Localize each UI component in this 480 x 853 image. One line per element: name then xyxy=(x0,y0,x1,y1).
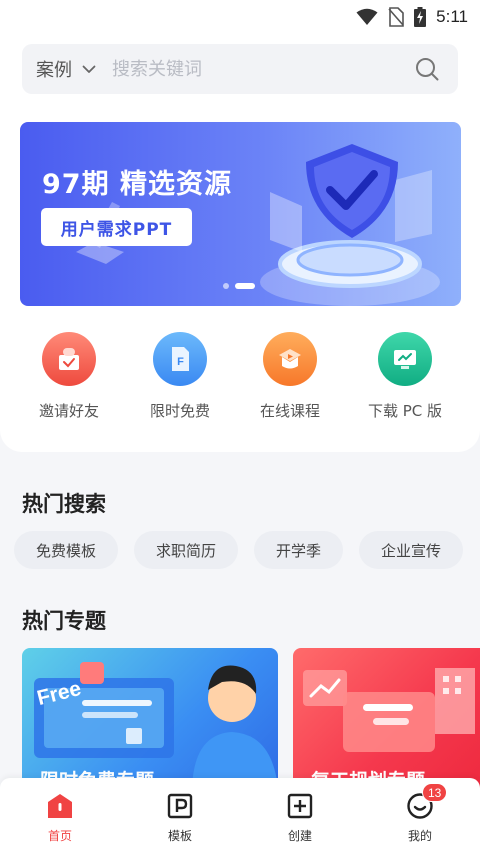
search-icon[interactable] xyxy=(414,56,440,82)
quick-online-course[interactable]: 在线课程 xyxy=(240,332,340,421)
file-f-icon: F xyxy=(153,332,207,386)
battery-charging-icon xyxy=(414,7,427,27)
home-icon xyxy=(48,794,72,818)
quick-limited-free[interactable]: F 限时免费 xyxy=(130,332,230,421)
play-course-icon xyxy=(263,332,317,386)
create-plus-icon xyxy=(287,793,313,819)
nav-template[interactable]: 模板 xyxy=(140,792,220,844)
chevron-down-icon[interactable] xyxy=(82,62,96,76)
quick-label: 在线课程 xyxy=(259,402,320,420)
quick-download-pc[interactable]: 下载 PC 版 xyxy=(355,332,455,421)
notification-badge: 13 xyxy=(422,783,448,802)
quick-label: 下载 PC 版 xyxy=(367,402,443,420)
quick-label: 邀请好友 xyxy=(38,402,99,420)
profile-icon-wrap: 13 xyxy=(406,783,448,820)
pagination-dot xyxy=(223,283,229,289)
banner-cta-button[interactable]: 用户需求PPT xyxy=(41,208,192,246)
nav-label: 模板 xyxy=(167,829,192,843)
search-input[interactable] xyxy=(112,58,414,80)
topic-card-resume[interactable]: 复工规划专题 xyxy=(293,648,480,788)
search-tag[interactable]: 免费模板 xyxy=(14,531,119,569)
quick-actions: 邀请好友 F 限时免费 在线课程 下载 PC 版 xyxy=(0,332,480,422)
nav-label: 我的 xyxy=(407,829,432,843)
nav-label: 首页 xyxy=(47,829,72,843)
hot-search-title: 热门搜索 xyxy=(22,492,106,516)
search-tag[interactable]: 开学季 xyxy=(254,531,344,569)
hot-search-tags: 免费模板 求职简历 开学季 企业宣传 xyxy=(14,531,464,569)
gift-box-icon xyxy=(42,332,96,386)
nav-create[interactable]: 创建 xyxy=(260,792,340,844)
template-p-icon xyxy=(167,793,193,819)
no-sim-icon xyxy=(388,7,404,27)
nav-label: 创建 xyxy=(287,829,312,843)
nav-home[interactable]: 首页 xyxy=(20,792,100,844)
status-bar: 5:11 xyxy=(0,0,480,34)
status-time: 5:11 xyxy=(436,7,468,26)
search-bar[interactable]: 案例 xyxy=(22,44,458,94)
banner-title: 97期 精选资源 xyxy=(42,169,232,200)
search-tag[interactable]: 企业宣传 xyxy=(359,531,464,569)
nav-profile[interactable]: 13 我的 xyxy=(380,783,460,844)
banner-pagination xyxy=(223,283,255,289)
monitor-icon xyxy=(378,332,432,386)
quick-invite-friends[interactable]: 邀请好友 xyxy=(19,332,119,421)
search-tag[interactable]: 求职简历 xyxy=(134,531,239,569)
wifi-icon xyxy=(356,8,378,25)
search-category-select[interactable]: 案例 xyxy=(36,56,72,82)
top-card: 案例 97期 精选资源 用户需求PPT xyxy=(0,34,480,452)
topic-card-free[interactable]: Free 限时免费专题 xyxy=(22,648,278,788)
svg-text:F: F xyxy=(177,356,184,368)
pagination-dot-active xyxy=(235,283,255,289)
hot-topics-title: 热门专题 xyxy=(22,609,106,633)
bottom-nav: 首页 模板 创建 13 我的 xyxy=(0,778,480,853)
promo-banner[interactable]: 97期 精选资源 用户需求PPT xyxy=(20,122,461,306)
quick-label: 限时免费 xyxy=(149,402,210,420)
